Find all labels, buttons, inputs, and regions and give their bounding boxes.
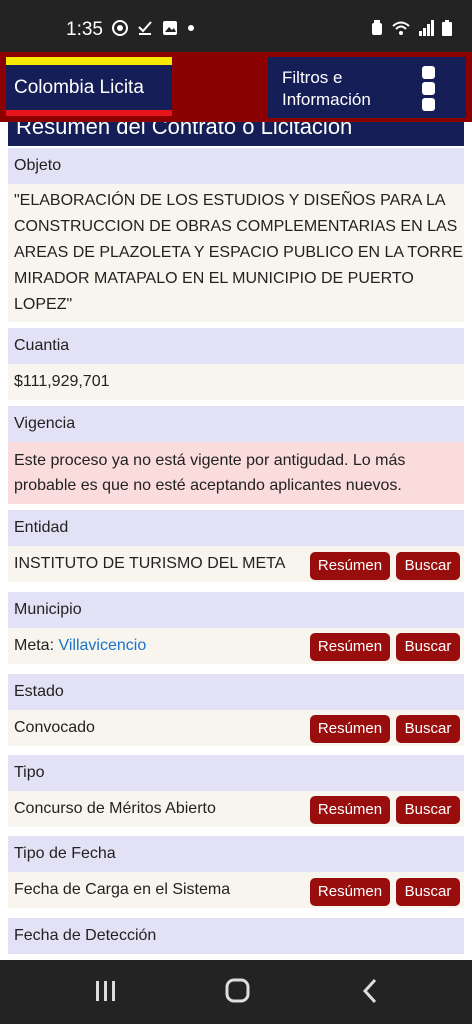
tipo-fecha-buscar-button[interactable]: Buscar — [396, 878, 460, 906]
entidad-buscar-button[interactable]: Buscar — [396, 552, 460, 580]
app-header: Colombia Licita Filtros e Información — [0, 52, 472, 122]
status-time: 1:35 — [66, 19, 103, 40]
brand-title: Colombia Licita — [14, 77, 144, 98]
check-download-icon — [138, 21, 152, 35]
brand-logo-link[interactable]: Colombia Licita — [6, 57, 172, 116]
filters-menu-button[interactable]: Filtros e Información — [268, 57, 466, 118]
municipio-label: Municipio — [8, 592, 464, 628]
chrome-icon — [112, 20, 128, 36]
tipo-fecha-value: Fecha de Carga en el Sistema — [14, 881, 231, 898]
estado-label: Estado — [8, 674, 464, 710]
municipio-link[interactable]: Villavicencio — [58, 637, 146, 654]
tipo-fecha-label: Tipo de Fecha — [8, 836, 464, 872]
page-title: Resumen del Contrato o Licitación — [8, 122, 464, 146]
entidad-value: INSTITUTO DE TURISMO DEL META — [14, 555, 286, 572]
entidad-resumen-button[interactable]: Resúmen — [310, 552, 390, 580]
alarm-icon — [372, 20, 382, 35]
flag-stripe-red — [6, 110, 172, 116]
tipo-fecha-resumen-button[interactable]: Resúmen — [310, 878, 390, 906]
recents-icon[interactable] — [94, 978, 118, 1004]
contract-summary: Resumen del Contrato o Licitación Objeto… — [0, 122, 472, 960]
fecha-deteccion-label: Fecha de Detección — [8, 918, 464, 954]
tipo-buscar-button[interactable]: Buscar — [396, 796, 460, 824]
home-icon[interactable] — [224, 978, 252, 1004]
status-bar: 1:35 — [0, 0, 472, 52]
flag-stripe-yellow — [6, 57, 172, 65]
kebab-menu-icon — [422, 66, 438, 112]
signal-icon — [419, 20, 434, 36]
estado-value: Convocado — [14, 719, 95, 736]
tipo-value: Concurso de Méritos Abierto — [14, 800, 216, 817]
estado-buscar-button[interactable]: Buscar — [396, 715, 460, 743]
battery-icon — [442, 20, 452, 36]
image-icon — [163, 21, 177, 35]
municipio-prefix: Meta: — [14, 637, 55, 654]
objeto-label: Objeto — [8, 148, 464, 184]
cuantia-value: $111,929,701 — [8, 364, 464, 400]
municipio-resumen-button[interactable]: Resúmen — [310, 633, 390, 661]
vigencia-warning: Este proceso ya no está vigente por anti… — [8, 442, 464, 504]
tipo-label: Tipo — [8, 755, 464, 791]
status-icons-left — [112, 20, 195, 36]
filters-menu-label: Filtros e Información — [282, 68, 371, 109]
objeto-value: "ELABORACIÓN DE LOS ESTUDIOS Y DISEÑOS P… — [8, 184, 464, 322]
back-icon[interactable] — [360, 978, 380, 1004]
estado-resumen-button[interactable]: Resúmen — [310, 715, 390, 743]
municipio-buscar-button[interactable]: Buscar — [396, 633, 460, 661]
system-nav-bar — [0, 960, 472, 1024]
wifi-icon — [392, 21, 410, 35]
tipo-resumen-button[interactable]: Resúmen — [310, 796, 390, 824]
cuantia-label: Cuantia — [8, 328, 464, 364]
status-icons-right — [370, 20, 452, 36]
entidad-label: Entidad — [8, 510, 464, 546]
vigencia-label: Vigencia — [8, 406, 464, 442]
dot-icon — [188, 25, 194, 31]
